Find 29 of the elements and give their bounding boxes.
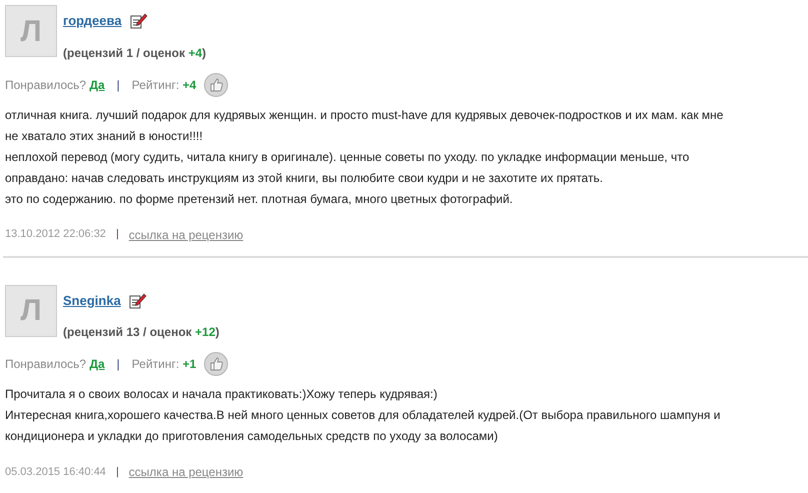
review-stats: (рецензий 13 / оценок +12) <box>63 324 220 341</box>
separator: | <box>116 356 120 373</box>
review-paragraph: отличная книга. лучший подарок для кудрявых женщин. и просто must-have для кудрявых девочек-подростков и их мам. как мне не хватало этих знаний в юности!!!! <box>5 106 724 144</box>
rating-label: Рейтинг: +1 <box>132 356 196 373</box>
review-paragraph: Прочитала я о своих волосах и начала практиковать:)Хожу теперь кудрявая:) <box>5 386 438 403</box>
thumbs-up-icon[interactable] <box>204 352 228 376</box>
separator: | <box>116 76 120 94</box>
review-paragraph: Интересная книга,хорошего качества.В ней много ценных советов для обладателей кудрей.(От выбора правильного шампуня и кондиционера и укладки до приготовления самодельных средств по уходу за волосами) <box>5 407 722 445</box>
author-link[interactable]: гордеева <box>63 11 122 30</box>
review-date: 05.03.2015 16:40:44 <box>5 464 106 480</box>
review-paragraph: неплохой перевод (могу судить, читала книгу в оригинале). ценные советы по уходу. по укладке информации меньше, что оправдано: начав следовать инструкциям из этой книги, вы полюбите свои кудри и не захотите их прятать. <box>5 148 690 186</box>
separator: | <box>116 464 119 480</box>
separator: | <box>116 227 119 242</box>
liked-label: Понравилось? Да <box>5 76 105 94</box>
review-link[interactable]: ссылка на рецензию <box>128 226 244 244</box>
review-paragraph: это по содержанию. по форме претензий нет. плотная бумага, много цветных фотографий. <box>5 190 514 208</box>
rating-label: Рейтинг: +4 <box>132 76 196 94</box>
yes-link[interactable]: Да <box>89 78 105 92</box>
review-date: 13.10.2012 22:06:32 <box>5 227 106 242</box>
review-link[interactable]: ссылка на рецензию <box>128 463 244 481</box>
thumbs-up-icon[interactable] <box>204 72 228 96</box>
notepad-pencil-icon[interactable] <box>130 12 148 30</box>
notepad-pencil-icon[interactable] <box>128 292 147 309</box>
avatar: Л <box>5 284 57 336</box>
yes-link[interactable]: Да <box>89 357 105 371</box>
review-stats: (рецензий 1 / оценок +4) <box>63 44 206 62</box>
liked-label: Понравилось? Да <box>5 356 105 373</box>
author-link[interactable]: Sneginka <box>63 290 121 310</box>
avatar: Л <box>5 5 57 57</box>
